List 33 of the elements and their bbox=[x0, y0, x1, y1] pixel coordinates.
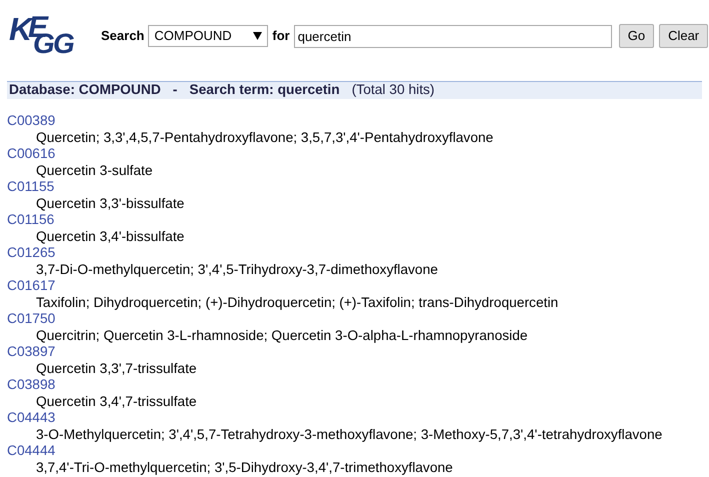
compound-id-link[interactable]: C00389 bbox=[7, 113, 56, 130]
compound-id-link[interactable]: C03897 bbox=[7, 344, 56, 360]
compound-id-link[interactable]: C01265 bbox=[7, 245, 56, 262]
compound-id-link[interactable]: C03898 bbox=[7, 377, 56, 394]
compound-id-link[interactable]: C04444 bbox=[7, 443, 56, 460]
database-heading: Database: COMPOUND bbox=[9, 81, 161, 100]
compound-id-link[interactable]: C01156 bbox=[7, 212, 54, 228]
compound-names: Quercetin; 3,3',4,5,7-Pentahydroxyflavone; 3,5,7,3',4'-Pentahydroxyflavone bbox=[35, 130, 494, 146]
for-label: for bbox=[272, 27, 290, 46]
search-label: Search bbox=[101, 27, 144, 46]
compound-names: 3,7-Di-O-methylquercetin; 3',4',5-Trihydroxy-3,7-dimethoxyflavone bbox=[35, 262, 438, 278]
search-term-heading: Search term: quercetin bbox=[189, 81, 340, 100]
compound-names: 3-O-Methylquercetin; 3',4',5,7-Tetrahydroxy-3-methoxyflavone; 3-Methoxy-5,7,3',4'-tetrahydroxyflavone bbox=[35, 426, 662, 443]
compound-names: Taxifolin; Dihydroquercetin; (+)-Dihydroquercetin; (+)-Taxifolin; trans-Dihydroquercetin bbox=[35, 294, 558, 311]
compound-id-link[interactable]: C01155 bbox=[7, 179, 54, 196]
database-dropdown[interactable]: COMPOUND bbox=[148, 25, 268, 47]
clear-button[interactable]: Clear bbox=[659, 24, 708, 48]
compound-names: Quercetin 3,3'-bissulfate bbox=[35, 196, 184, 212]
compound-names: 3,7,4'-Tri-O-methylquercetin; 3',5-Dihydroxy-3,4',7-trimethoxyflavone bbox=[35, 460, 453, 476]
compound-names: Quercitrin; Quercetin 3-L-rhamnoside; Quercetin 3-O-alpha-L-rhamnopyranoside bbox=[35, 328, 528, 344]
hit-count: (Total 30 hits) bbox=[352, 81, 435, 100]
compound-id-link[interactable]: C04443 bbox=[7, 410, 56, 426]
compound-names: Quercetin 3,4'-bissulfate bbox=[35, 228, 184, 245]
search-field[interactable]: quercetin bbox=[294, 24, 612, 48]
compound-id-link[interactable]: C01750 bbox=[7, 311, 56, 328]
compound-id-link[interactable]: C01617 bbox=[7, 278, 56, 294]
caret-icon bbox=[253, 32, 262, 40]
go-button[interactable]: Go bbox=[618, 24, 654, 48]
compound-names: Quercetin 3,3',7-trissulfate bbox=[35, 360, 197, 377]
compound-names: Quercetin 3-sulfate bbox=[35, 162, 153, 179]
separator: - bbox=[172, 81, 178, 100]
compound-names: Quercetin 3,4',7-trissulfate bbox=[35, 394, 197, 410]
compound-id-link[interactable]: C00616 bbox=[7, 146, 56, 162]
